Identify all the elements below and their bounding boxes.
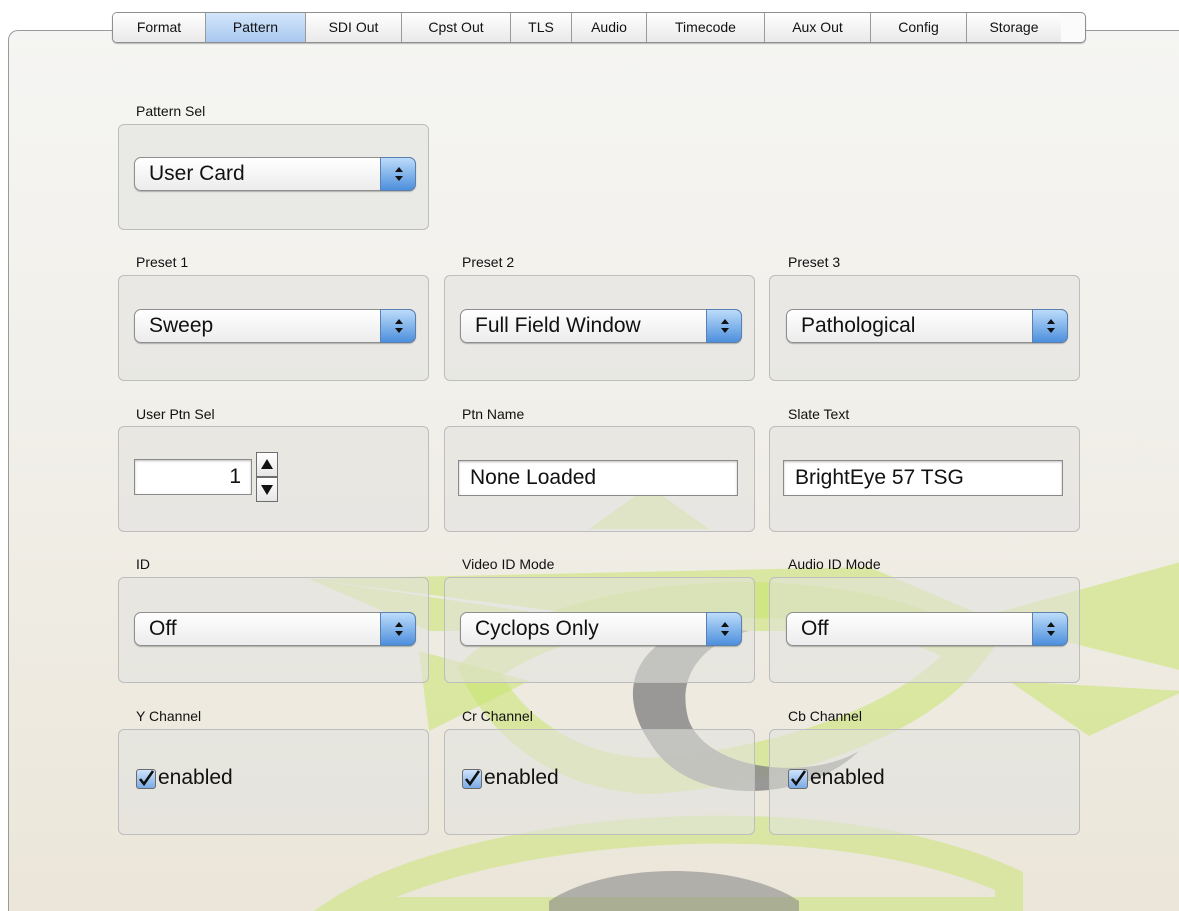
- video-id-mode-value: Cyclops Only: [475, 617, 599, 640]
- tab-storage[interactable]: Storage: [967, 13, 1061, 42]
- tab-config[interactable]: Config: [871, 13, 967, 42]
- y-channel-checkbox[interactable]: enabled: [134, 766, 274, 794]
- preset-1-label: Preset 1: [136, 254, 189, 270]
- audio-id-mode-label: Audio ID Mode: [788, 556, 881, 572]
- popup-arrows-icon: [706, 309, 742, 343]
- video-id-mode-popup[interactable]: Cyclops Only: [460, 612, 742, 646]
- popup-arrows-icon: [380, 612, 416, 646]
- preset-2-value: Full Field Window: [475, 314, 641, 337]
- popup-arrows-icon: [706, 612, 742, 646]
- cb-channel-enabled-label: enabled: [810, 766, 885, 789]
- preset-1-value: Sweep: [149, 314, 214, 337]
- popup-arrows-icon: [1032, 612, 1068, 646]
- checkmark-icon: [788, 769, 808, 789]
- popup-arrows-icon: [380, 157, 416, 191]
- ptn-name-value: None Loaded: [470, 466, 597, 489]
- preset-2-label: Preset 2: [462, 254, 515, 270]
- tab-cpst-out[interactable]: Cpst Out: [402, 13, 511, 42]
- user-ptn-stepper[interactable]: [256, 452, 278, 502]
- user-ptn-sel-field[interactable]: 1: [134, 459, 252, 495]
- id-label: ID: [136, 556, 150, 572]
- user-ptn-sel-label: User Ptn Sel: [136, 406, 215, 422]
- id-popup[interactable]: Off: [134, 612, 416, 646]
- y-channel-label: Y Channel: [136, 708, 202, 724]
- tab-sdi-out[interactable]: SDI Out: [306, 13, 402, 42]
- tab-tls[interactable]: TLS: [511, 13, 572, 42]
- slate-text-label: Slate Text: [788, 406, 850, 422]
- checkmark-icon: [462, 769, 482, 789]
- preset-3-value: Pathological: [801, 314, 916, 337]
- tab-format[interactable]: Format: [113, 13, 206, 42]
- pattern-sel-value: User Card: [149, 162, 245, 185]
- pattern-sel-popup[interactable]: User Card: [134, 157, 416, 191]
- cr-channel-label: Cr Channel: [462, 708, 533, 724]
- id-value: Off: [149, 617, 177, 640]
- ptn-name-label: Ptn Name: [462, 406, 525, 422]
- ptn-name-field[interactable]: None Loaded: [458, 460, 738, 496]
- audio-id-mode-popup[interactable]: Off: [786, 612, 1068, 646]
- tab-timecode[interactable]: Timecode: [647, 13, 765, 42]
- preset-3-popup[interactable]: Pathological: [786, 309, 1068, 343]
- y-channel-enabled-label: enabled: [158, 766, 233, 789]
- video-id-mode-label: Video ID Mode: [462, 556, 555, 572]
- tab-bar: Format Pattern SDI Out Cpst Out TLS Audi…: [112, 12, 1086, 43]
- cb-channel-checkbox[interactable]: enabled: [786, 766, 926, 794]
- user-ptn-sel-value: 1: [229, 465, 241, 488]
- audio-id-mode-value: Off: [801, 617, 829, 640]
- pattern-sel-label: Pattern Sel: [136, 103, 206, 119]
- preset-2-popup[interactable]: Full Field Window: [460, 309, 742, 343]
- preset-1-popup[interactable]: Sweep: [134, 309, 416, 343]
- stepper-down-icon[interactable]: [256, 477, 278, 502]
- slate-text-value: BrightEye 57 TSG: [795, 466, 964, 489]
- tab-audio[interactable]: Audio: [572, 13, 647, 42]
- cr-channel-checkbox[interactable]: enabled: [460, 766, 600, 794]
- cr-channel-enabled-label: enabled: [484, 766, 559, 789]
- cb-channel-label: Cb Channel: [788, 708, 862, 724]
- popup-arrows-icon: [380, 309, 416, 343]
- tab-aux-out[interactable]: Aux Out: [765, 13, 871, 42]
- popup-arrows-icon: [1032, 309, 1068, 343]
- slate-text-field[interactable]: BrightEye 57 TSG: [783, 460, 1063, 496]
- tab-pattern[interactable]: Pattern: [206, 13, 306, 42]
- checkmark-icon: [136, 769, 156, 789]
- preset-3-label: Preset 3: [788, 254, 841, 270]
- stepper-up-icon[interactable]: [256, 452, 278, 477]
